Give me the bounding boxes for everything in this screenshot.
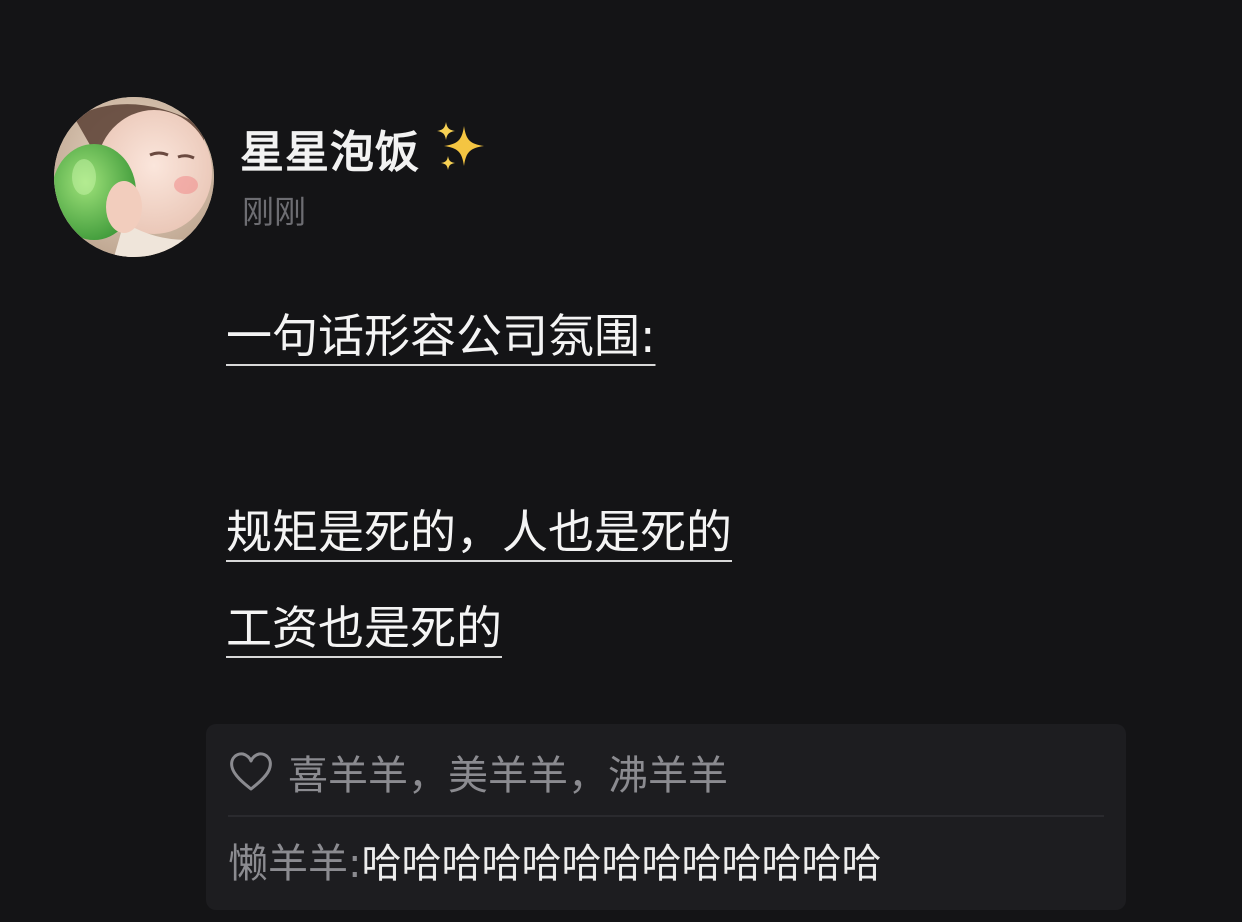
sparkles-icon — [437, 122, 484, 170]
comment-text: 哈哈哈哈哈哈哈哈哈哈哈哈哈 — [361, 841, 882, 887]
divider — [228, 815, 1104, 817]
post-author[interactable]: 星星泡饭 — [240, 118, 490, 178]
post-content-line: 一句话形容公司氛围: — [226, 309, 656, 363]
comment-author[interactable]: 懒羊羊: — [228, 831, 361, 889]
heart-icon — [230, 752, 272, 791]
likes-row[interactable]: 喜羊羊，美羊羊，沸羊羊 — [228, 744, 728, 800]
post-content-line: 规矩是死的，人也是死的 — [226, 505, 732, 559]
moment-post: 星星泡饭 刚刚 一句话形容公司氛围: 规矩是死的，人也是死的 工资也是死的 喜羊… — [0, 0, 1242, 922]
interaction-panel: 喜羊羊，美羊羊，沸羊羊 懒羊羊: 哈哈哈哈哈哈哈哈哈哈哈哈哈 — [206, 724, 1126, 910]
author-name: 星星泡饭 — [240, 127, 420, 178]
post-timestamp: 刚刚 — [242, 193, 307, 231]
comment-row[interactable]: 懒羊羊: 哈哈哈哈哈哈哈哈哈哈哈哈哈 — [228, 830, 881, 890]
avatar-image — [54, 97, 214, 257]
post-content-line: 工资也是死的 — [226, 601, 502, 655]
avatar[interactable] — [54, 97, 214, 257]
likes-names: 喜羊羊，美羊羊，沸羊羊 — [288, 753, 728, 799]
